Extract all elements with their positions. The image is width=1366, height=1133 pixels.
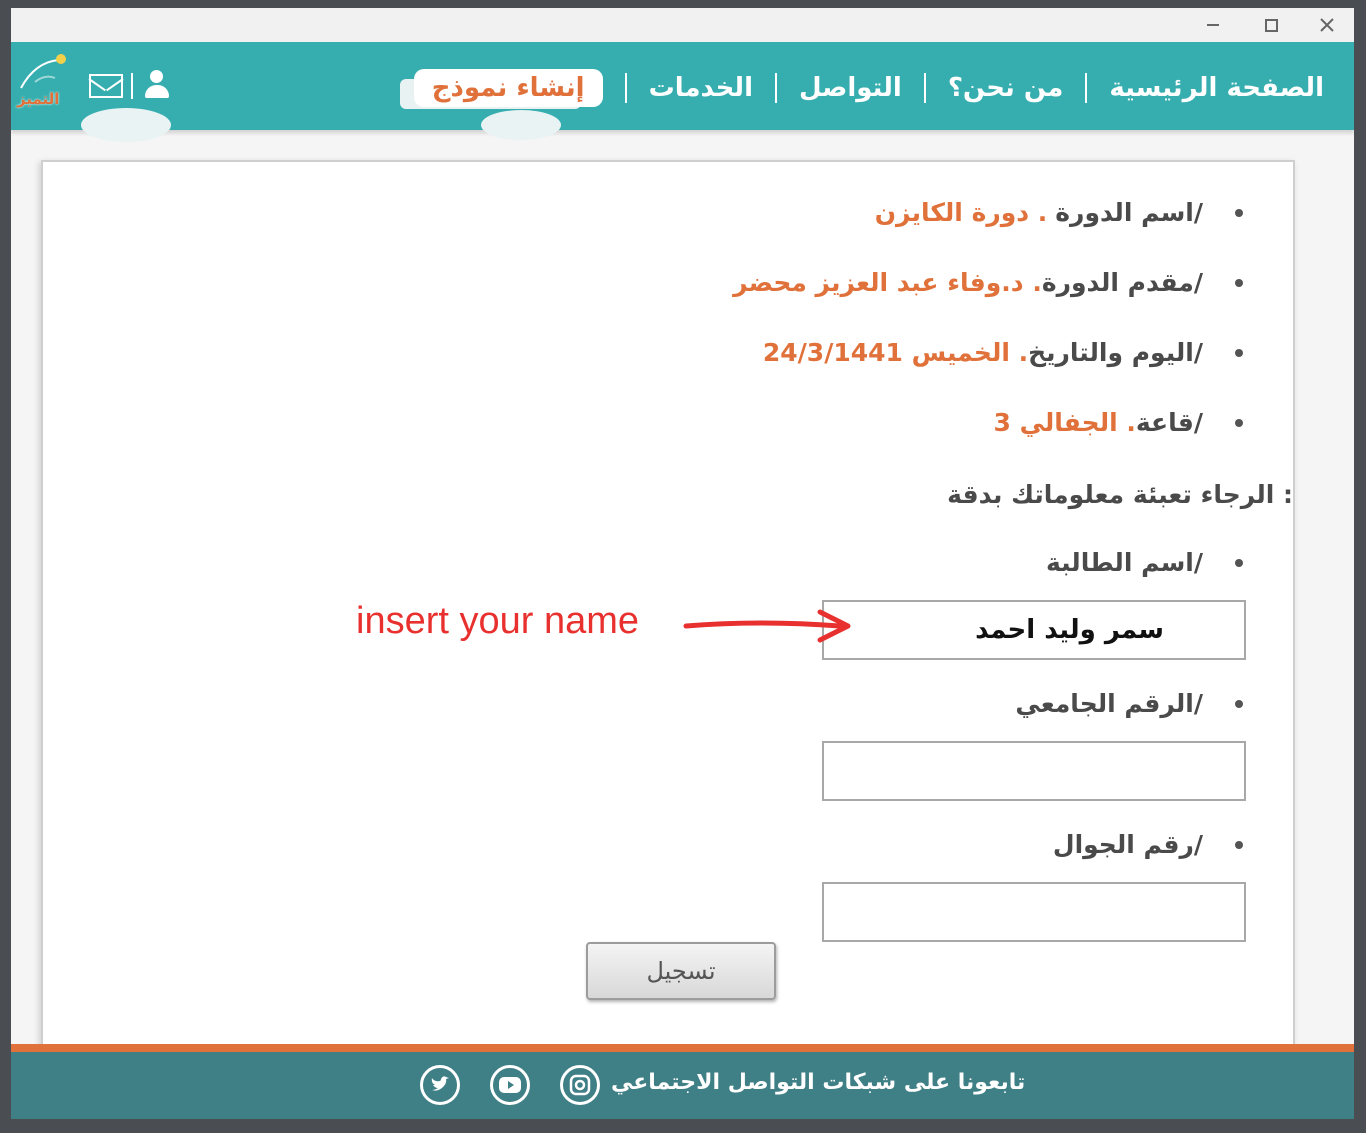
nav-separator — [624, 73, 627, 103]
bullet — [1235, 840, 1243, 849]
course-name-row: اسم الدورة/ دورة الكايزن . — [875, 198, 1243, 227]
decorative-cloud — [81, 108, 171, 142]
instructions-text: الرجاء تعبئة معلوماتك بدقة : — [947, 480, 1293, 509]
bullet — [1235, 418, 1243, 427]
nav-separator — [1085, 73, 1088, 103]
logo-text: التميز — [17, 90, 60, 108]
presenter-row: مقدم الدورة/ د.وفاء عبد العزيز محضر . — [733, 268, 1243, 297]
main-nav: الصفحة الرئيسية من نحن؟ التواصل الخدمات … — [413, 68, 1324, 108]
bullet — [1235, 558, 1243, 567]
maximize-button[interactable] — [1251, 12, 1291, 38]
hall-row: قاعة/ الجفالي 3 . — [993, 408, 1243, 437]
annotation-label: insert your name — [356, 600, 640, 642]
twitter-icon — [431, 1076, 449, 1091]
app-window: الصفحة الرئيسية من نحن؟ التواصل الخدمات … — [11, 8, 1354, 1119]
mobile-label: رقم الجوال/ — [1052, 830, 1203, 859]
bullet — [1235, 278, 1243, 287]
student-name-row: اسم الطالبة/ — [1046, 548, 1243, 577]
maximize-icon — [1264, 18, 1278, 32]
header-icons — [89, 70, 171, 102]
bullet — [1235, 208, 1243, 217]
nav-create-form[interactable]: إنشاء نموذج — [413, 69, 603, 107]
youtube-link[interactable] — [490, 1065, 530, 1105]
date-row: اليوم والتاريخ/ الخميس 24/3/1441 . — [763, 338, 1243, 367]
nav-home[interactable]: الصفحة الرئيسية — [1109, 73, 1324, 103]
date-label: اليوم والتاريخ/ — [1028, 338, 1203, 367]
logo-mark — [20, 54, 66, 89]
nav-about[interactable]: من نحن؟ — [948, 73, 1064, 103]
registration-card: اسم الدورة/ دورة الكايزن . مقدم الدورة/ … — [41, 160, 1295, 1052]
minimize-icon — [1207, 24, 1219, 26]
course-name-label: اسم الدورة/ — [1055, 198, 1203, 227]
close-icon — [1320, 18, 1334, 32]
submit-button[interactable]: تسجيل — [586, 942, 776, 1000]
site-logo[interactable]: التميز — [15, 52, 77, 118]
student-name-input[interactable]: سمر وليد احمد — [822, 600, 1246, 660]
nav-contact[interactable]: التواصل — [799, 73, 902, 103]
annotation-arrow-icon — [683, 609, 851, 643]
bullet — [1235, 348, 1243, 357]
user-icon[interactable] — [141, 70, 171, 102]
university-id-row: الرقم الجامعي/ — [1015, 689, 1243, 718]
presenter-value: د.وفاء عبد العزيز محضر . — [733, 268, 1042, 297]
minimize-button[interactable] — [1193, 12, 1233, 38]
decorative-cloud — [481, 110, 561, 140]
footer-accent-stripe — [11, 1044, 1354, 1052]
nav-separator — [774, 73, 777, 103]
university-id-label: الرقم الجامعي/ — [1015, 689, 1203, 718]
title-bar — [11, 8, 1354, 42]
mail-icon[interactable] — [89, 74, 123, 98]
presenter-label: مقدم الدورة/ — [1041, 268, 1203, 297]
course-name-value: دورة الكايزن . — [874, 198, 1048, 227]
header-bar: الصفحة الرئيسية من نحن؟ التواصل الخدمات … — [11, 42, 1354, 142]
close-button[interactable] — [1307, 12, 1347, 38]
hall-label: قاعة/ — [1135, 408, 1203, 437]
footer-bar: تابعونا على شبكات التواصل الاجتماعي — [11, 1052, 1354, 1119]
twitter-link[interactable] — [420, 1065, 460, 1105]
mobile-input[interactable] — [822, 882, 1246, 942]
instagram-link[interactable] — [560, 1065, 600, 1105]
date-value: الخميس 24/3/1441 . — [762, 338, 1029, 367]
youtube-icon — [499, 1077, 521, 1093]
icon-separator — [131, 73, 133, 99]
university-id-input[interactable] — [822, 741, 1246, 801]
nav-separator — [923, 73, 926, 103]
instagram-icon — [569, 1074, 591, 1096]
hall-value: الجفالي 3 . — [993, 408, 1136, 437]
student-name-label: اسم الطالبة/ — [1045, 548, 1203, 577]
bullet — [1235, 699, 1243, 708]
mobile-row: رقم الجوال/ — [1053, 830, 1243, 859]
nav-services[interactable]: الخدمات — [649, 73, 753, 103]
follow-us-text: تابعونا على شبكات التواصل الاجتماعي — [611, 1070, 1026, 1095]
